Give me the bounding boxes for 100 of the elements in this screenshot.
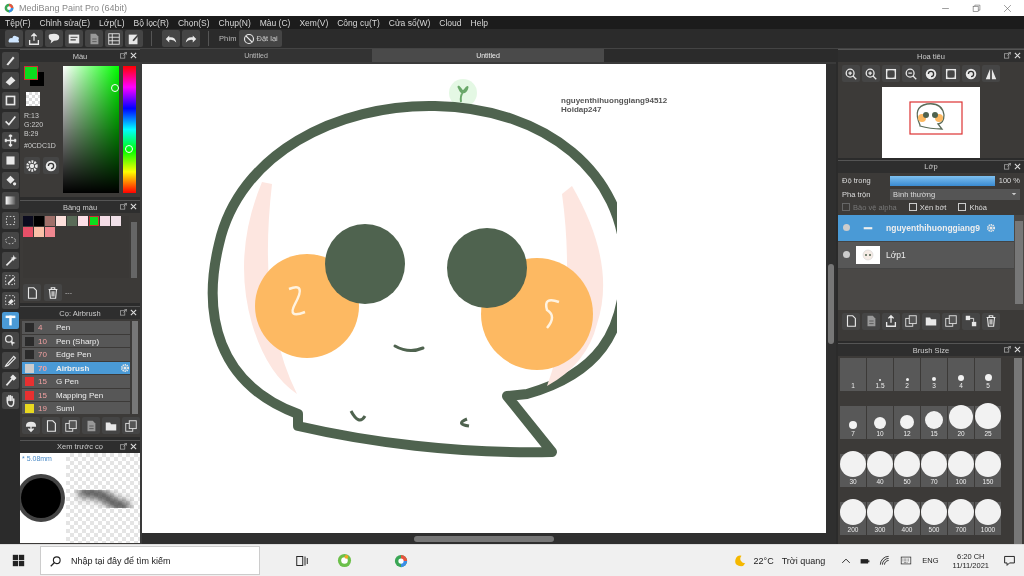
download-brush-button[interactable] — [22, 417, 40, 435]
tool-button[interactable] — [1, 152, 19, 169]
flip-button[interactable] — [982, 65, 1000, 82]
tool-button[interactable] — [1, 332, 19, 349]
search-field[interactable]: Nhập tại đây để tìm kiếm — [40, 546, 260, 575]
color-swatch[interactable] — [111, 216, 121, 227]
zoom-actual-button[interactable] — [842, 65, 860, 82]
color-swatch[interactable] — [100, 216, 110, 227]
tool-button[interactable] — [1, 112, 19, 129]
brush-item[interactable]: 70 Edge Pen — [22, 348, 130, 361]
restore-icon[interactable] — [972, 3, 981, 13]
menu-item[interactable]: Chỉnh sửa(E) — [39, 17, 91, 28]
brush-item[interactable]: 19 Sumi — [22, 402, 130, 415]
menu-item[interactable]: Cửa sổ(W) — [388, 17, 431, 28]
color-swatches[interactable] — [24, 66, 44, 86]
tool-button[interactable] — [1, 172, 19, 189]
color-swatch[interactable] — [45, 216, 55, 227]
tool-button[interactable] — [1, 252, 19, 269]
wifi-icon[interactable] — [879, 555, 891, 566]
layer-item[interactable]: Lớp1 — [838, 241, 1014, 269]
scrollbar[interactable] — [131, 222, 137, 279]
brush-item[interactable]: 15 G Pen — [22, 375, 130, 388]
undock-icon[interactable] — [1004, 52, 1011, 59]
card-button[interactable] — [65, 30, 83, 47]
color-swatch[interactable] — [56, 216, 66, 227]
undock-icon[interactable] — [1004, 162, 1011, 170]
undock-icon[interactable] — [1004, 346, 1011, 354]
list-button[interactable] — [105, 30, 123, 47]
tool-button[interactable] — [1, 352, 19, 369]
brush-item[interactable]: 4 Pen — [22, 321, 130, 334]
tool-button[interactable] — [1, 212, 19, 229]
undock-icon[interactable] — [120, 203, 127, 211]
menu-item[interactable]: Tệp(F) — [5, 17, 31, 28]
tool-button[interactable] — [1, 132, 19, 149]
color-swatch[interactable] — [23, 216, 33, 227]
tool-button[interactable] — [1, 92, 19, 109]
rotate-left-button[interactable] — [922, 65, 940, 82]
paint-app-icon[interactable] — [394, 553, 408, 568]
menu-item[interactable]: Chụp(N) — [218, 17, 251, 28]
undock-icon[interactable] — [120, 52, 127, 59]
menu-item[interactable]: Chọn(S) — [177, 17, 210, 28]
color-swatch[interactable] — [45, 227, 55, 238]
folder-button[interactable] — [922, 312, 940, 330]
scroll-thumb[interactable] — [828, 264, 834, 344]
brush-menu-button[interactable] — [62, 417, 80, 435]
scrollbar[interactable] — [1014, 358, 1022, 544]
zoom-out-button[interactable] — [902, 65, 920, 82]
brush-item[interactable]: 15 Mapping Pen — [22, 388, 130, 402]
menu-item[interactable]: Bộ lọc(R) — [133, 17, 169, 28]
duplicate-button[interactable] — [122, 417, 140, 435]
tool-button[interactable] — [1, 72, 19, 89]
menu-item[interactable]: Công cụ(T) — [337, 17, 380, 28]
horizontal-scrollbar[interactable] — [142, 533, 826, 544]
color-swatch[interactable] — [34, 216, 44, 227]
menu-item[interactable]: Lớp(L) — [99, 17, 125, 28]
color-swatch[interactable] — [78, 216, 88, 227]
opacity-slider[interactable] — [890, 175, 995, 186]
color-swatch[interactable] — [89, 216, 99, 227]
share-button[interactable] — [25, 30, 43, 47]
edit-button[interactable] — [125, 30, 143, 47]
color-swatch[interactable] — [23, 227, 33, 238]
hue-slider[interactable] — [122, 66, 136, 194]
transparent-color-swatch[interactable] — [26, 92, 40, 106]
visibility-toggle[interactable] — [843, 251, 850, 259]
scrollbar[interactable] — [1015, 220, 1023, 304]
undo-button[interactable] — [162, 30, 180, 47]
menu-item[interactable]: Help — [470, 17, 489, 28]
visibility-toggle[interactable] — [843, 224, 850, 232]
delete-layer-button[interactable] — [982, 312, 1000, 330]
vertical-scrollbar[interactable] — [826, 64, 836, 544]
tool-button[interactable] — [1, 272, 19, 289]
tool-button[interactable] — [1, 292, 19, 309]
saturation-value-picker[interactable] — [63, 66, 119, 194]
color-swatch[interactable] — [67, 216, 77, 227]
scroll-thumb[interactable] — [414, 535, 554, 542]
cloud-button[interactable] — [5, 30, 23, 47]
fit-button[interactable] — [882, 65, 900, 82]
delete-swatch-button[interactable] — [44, 284, 62, 302]
tool-button[interactable] — [1, 312, 19, 329]
rotate-right-button[interactable] — [962, 65, 980, 82]
merge-button[interactable] — [962, 312, 980, 330]
tool-button[interactable] — [1, 52, 19, 69]
brush-item[interactable]: 10 Pen (Sharp) — [22, 334, 130, 348]
reset-view-button[interactable] — [942, 65, 960, 82]
duplicate-button[interactable] — [942, 312, 960, 330]
menu-item[interactable]: Cloud — [439, 17, 462, 28]
menu-item[interactable]: Màu (C) — [259, 17, 291, 28]
comment-button[interactable] — [45, 30, 63, 47]
tool-button[interactable] — [1, 192, 19, 209]
notification-icon[interactable] — [1003, 554, 1016, 567]
color-swatch[interactable] — [34, 227, 44, 238]
undock-icon[interactable] — [120, 442, 127, 450]
folder-button[interactable] — [102, 417, 120, 435]
task-view-icon[interactable] — [296, 554, 308, 567]
windows-icon[interactable] — [11, 554, 25, 567]
undock-icon[interactable] — [120, 309, 127, 317]
redo-button[interactable] — [182, 30, 200, 47]
tool-button[interactable] — [1, 372, 19, 389]
scrollbar[interactable] — [132, 321, 138, 415]
menu-item[interactable]: Xem(V) — [299, 17, 329, 28]
